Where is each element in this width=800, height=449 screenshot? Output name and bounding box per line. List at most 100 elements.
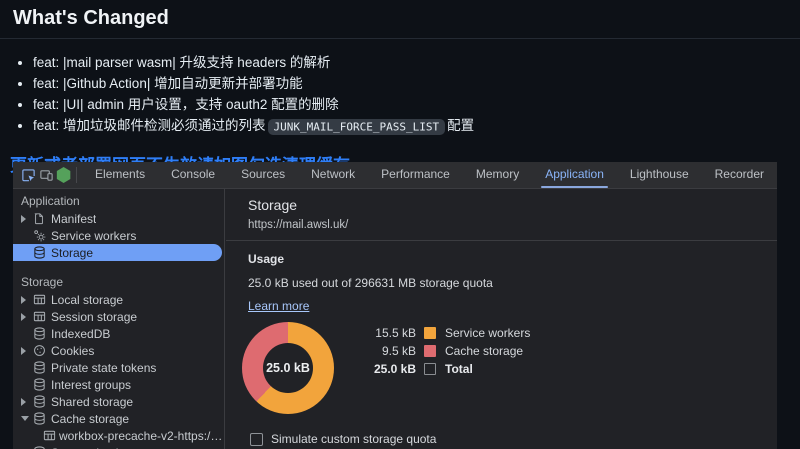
legend-label: Service workers bbox=[445, 326, 530, 340]
extension-icon[interactable] bbox=[55, 163, 72, 187]
sidebar-section-storage: Storage bbox=[13, 273, 224, 291]
sidebar-item-cache-storage[interactable]: Cache storage bbox=[13, 410, 224, 427]
sidebar-item-label: Session storage bbox=[51, 310, 137, 324]
legend-label: Total bbox=[445, 362, 473, 376]
sidebar-item-label: Cache storage bbox=[51, 412, 129, 426]
database-icon bbox=[33, 395, 51, 408]
sidebar-item-label: workbox-precache-v2-https://mai… bbox=[59, 429, 224, 443]
devtools-tabs: Elements Console Sources Network Perform… bbox=[82, 162, 777, 188]
sidebar-item-label: Manifest bbox=[51, 212, 96, 226]
sidebar-item-session-storage[interactable]: Session storage bbox=[13, 308, 224, 325]
usage-text: 25.0 kB used out of 296631 MB storage qu… bbox=[248, 276, 777, 290]
panel-divider bbox=[226, 240, 777, 241]
simulate-quota-row[interactable]: Simulate custom storage quota bbox=[250, 432, 777, 446]
table-icon bbox=[33, 310, 51, 323]
expand-arrow-icon[interactable] bbox=[21, 398, 33, 406]
table-icon bbox=[33, 293, 51, 306]
sidebar-item-label: Private state tokens bbox=[51, 361, 156, 375]
sidebar-item-indexeddb[interactable]: IndexedDB bbox=[13, 325, 224, 342]
tab-lighthouse[interactable]: Lighthouse bbox=[617, 162, 702, 188]
inspect-element-icon[interactable] bbox=[20, 163, 37, 187]
panel-title: Storage bbox=[248, 197, 777, 213]
simulate-quota-label: Simulate custom storage quota bbox=[271, 432, 436, 446]
sidebar-item-cookies[interactable]: Cookies bbox=[13, 342, 224, 359]
sidebar-item-private-state-tokens[interactable]: Private state tokens bbox=[13, 359, 224, 376]
green-hexagon-icon bbox=[56, 167, 71, 183]
cache-storage-swatch bbox=[424, 345, 436, 357]
toolbar-separator bbox=[76, 167, 77, 183]
legend-row-service-workers: 15.5 kB Service workers bbox=[346, 324, 530, 342]
sidebar-item-manifest[interactable]: Manifest bbox=[13, 210, 224, 227]
application-sidebar: Application Manifest Service workers bbox=[13, 189, 225, 449]
tab-performance[interactable]: Performance bbox=[368, 162, 463, 188]
release-notes: What's Changed feat: |mail parser wasm| … bbox=[0, 7, 800, 176]
learn-more-link[interactable]: Learn more bbox=[248, 299, 309, 313]
legend-label: Cache storage bbox=[445, 344, 523, 358]
sidebar-item-label: Interest groups bbox=[51, 378, 131, 392]
legend-row-cache-storage: 9.5 kB Cache storage bbox=[346, 342, 530, 360]
sidebar-item-service-workers[interactable]: Service workers bbox=[13, 227, 224, 244]
sidebar-item-label: Storage buckets bbox=[51, 446, 138, 449]
storage-panel: Storage https://mail.awsl.uk/ Usage 25.0… bbox=[226, 189, 777, 449]
total-swatch bbox=[424, 363, 436, 375]
cookie-icon bbox=[33, 344, 51, 357]
database-icon bbox=[33, 327, 51, 340]
tab-network[interactable]: Network bbox=[298, 162, 368, 188]
page-title: What's Changed bbox=[13, 7, 800, 30]
tab-memory[interactable]: Memory bbox=[463, 162, 532, 188]
devtools-body: Application Manifest Service workers bbox=[13, 189, 777, 449]
inline-code-badge: JUNK_MAIL_FORCE_PASS_LIST bbox=[268, 119, 446, 135]
database-icon bbox=[33, 246, 51, 259]
change-text: 配置 bbox=[447, 118, 474, 133]
sidebar-item-storage[interactable]: Storage bbox=[13, 244, 222, 261]
change-text: feat: |UI| admin 用户设置，支持 oauth2 配置的删除 bbox=[33, 97, 339, 112]
changes-list: feat: |mail parser wasm| 升级支持 headers 的解… bbox=[0, 52, 800, 137]
service-workers-swatch bbox=[424, 327, 436, 339]
sidebar-item-shared-storage[interactable]: Shared storage bbox=[13, 393, 224, 410]
change-item: feat: |UI| admin 用户设置，支持 oauth2 配置的删除 bbox=[33, 94, 800, 115]
legend-row-total: 25.0 kB Total bbox=[346, 360, 530, 378]
sidebar-section-application: Application bbox=[13, 193, 224, 210]
tab-console[interactable]: Console bbox=[158, 162, 228, 188]
tab-sources[interactable]: Sources bbox=[228, 162, 298, 188]
tab-elements[interactable]: Elements bbox=[82, 162, 158, 188]
change-item: feat: 增加垃圾邮件检测必须通过的列表JUNK_MAIL_FORCE_PAS… bbox=[33, 115, 800, 137]
tab-application[interactable]: Application bbox=[532, 162, 617, 188]
change-text: feat: |mail parser wasm| 升级支持 headers 的解… bbox=[33, 55, 330, 70]
expand-arrow-icon[interactable] bbox=[21, 296, 33, 304]
sidebar-item-label: Storage bbox=[51, 246, 93, 260]
expand-arrow-icon[interactable] bbox=[21, 347, 33, 355]
collapse-arrow-icon[interactable] bbox=[21, 416, 33, 421]
document-icon bbox=[33, 212, 51, 225]
storage-donut: 25.0 kB bbox=[242, 322, 334, 414]
change-item: feat: |Github Action| 增加自动更新并部署功能 bbox=[33, 73, 800, 94]
sidebar-item-storage-buckets[interactable]: Storage buckets bbox=[13, 444, 224, 449]
donut-center-label: 25.0 kB bbox=[266, 361, 310, 375]
sidebar-item-label: Local storage bbox=[51, 293, 123, 307]
database-icon bbox=[33, 412, 51, 425]
device-toolbar-icon[interactable] bbox=[37, 163, 54, 187]
expand-arrow-icon[interactable] bbox=[21, 215, 33, 223]
donut-hole: 25.0 kB bbox=[263, 343, 313, 393]
table-icon bbox=[43, 429, 59, 442]
database-icon bbox=[33, 361, 51, 374]
service-worker-icon bbox=[33, 229, 51, 242]
database-icon bbox=[33, 378, 51, 391]
sidebar-item-interest-groups[interactable]: Interest groups bbox=[13, 376, 224, 393]
sidebar-item-workbox-precache[interactable]: workbox-precache-v2-https://mai… bbox=[13, 427, 224, 444]
sidebar-item-local-storage[interactable]: Local storage bbox=[13, 291, 224, 308]
change-text: feat: |Github Action| 增加自动更新并部署功能 bbox=[33, 76, 303, 91]
devtools-toolbar: Elements Console Sources Network Perform… bbox=[13, 162, 777, 189]
tab-recorder[interactable]: Recorder bbox=[702, 162, 777, 188]
usage-chart-area: 25.0 kB 15.5 kB Service workers 9.5 kB C… bbox=[226, 322, 777, 418]
sidebar-item-label: Service workers bbox=[51, 229, 136, 243]
title-divider bbox=[0, 38, 800, 39]
change-item: feat: |mail parser wasm| 升级支持 headers 的解… bbox=[33, 52, 800, 73]
chart-legend: 15.5 kB Service workers 9.5 kB Cache sto… bbox=[346, 324, 530, 378]
sidebar-item-label: Cookies bbox=[51, 344, 94, 358]
sidebar-item-label: Shared storage bbox=[51, 395, 133, 409]
usage-heading: Usage bbox=[248, 252, 777, 266]
simulate-quota-checkbox[interactable] bbox=[250, 433, 263, 446]
legend-value: 25.0 kB bbox=[346, 362, 416, 376]
expand-arrow-icon[interactable] bbox=[21, 313, 33, 321]
